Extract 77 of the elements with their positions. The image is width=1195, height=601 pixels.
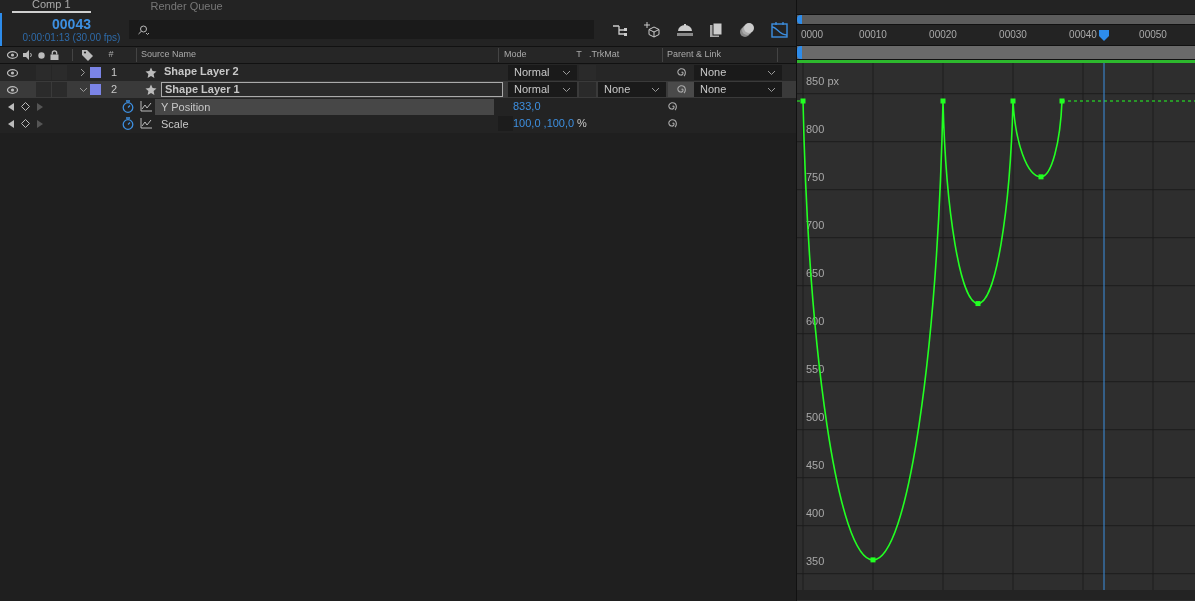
pick-whip-icon[interactable]	[667, 101, 678, 112]
axis-label: 850 px	[806, 74, 840, 87]
solo-dot-icon[interactable]	[38, 51, 45, 59]
column-header[interactable]: Source Name	[136, 48, 498, 62]
label-color[interactable]	[90, 84, 101, 95]
panel-tab[interactable]: Render Queue	[130, 1, 243, 13]
stacked-discs-icon[interactable]	[739, 21, 755, 38]
layer-number: 2	[111, 82, 119, 98]
label-color[interactable]	[90, 67, 101, 78]
dropdown[interactable]: None	[694, 82, 782, 97]
current-frame[interactable]: 00043	[52, 15, 91, 32]
chevron-right-icon[interactable]	[80, 68, 86, 77]
graph-icon[interactable]	[140, 101, 152, 112]
chevron-down-icon	[562, 69, 571, 76]
ruler-label: 0000	[800, 28, 824, 42]
search-field[interactable]	[129, 20, 594, 39]
pick-whip-icon[interactable]	[667, 118, 678, 129]
axis-label: 450	[806, 458, 825, 471]
axis-label: 350	[806, 554, 825, 567]
column-header[interactable]: Parent & Link	[662, 48, 778, 62]
column-header: T	[575, 48, 583, 62]
column-header[interactable]: Mode	[498, 48, 571, 62]
pick-whip-icon[interactable]	[675, 67, 687, 78]
column-header[interactable]: .TrkMat	[587, 48, 662, 62]
search-icon	[137, 24, 149, 35]
axis-label: 800	[806, 122, 825, 135]
axis-label: 400	[806, 506, 825, 519]
lock-icon[interactable]	[50, 50, 59, 60]
panel-tab[interactable]: Comp 1	[12, 0, 91, 13]
dropdown[interactable]: Normal	[508, 65, 577, 80]
layer-name[interactable]: Shape Layer 2	[161, 65, 503, 80]
axis-label: 500	[806, 410, 825, 423]
dropdown[interactable]: Normal	[508, 82, 577, 97]
star-icon	[145, 66, 157, 79]
ruler-label: 00020	[929, 28, 957, 42]
pick-whip-icon[interactable]	[675, 84, 687, 95]
playhead-handle[interactable]	[1099, 30, 1109, 41]
eye-icon[interactable]	[7, 51, 18, 59]
ruler-label: 00040	[1069, 28, 1097, 42]
layer-row[interactable]: 2 Shape Layer 1 Normal None None	[0, 81, 796, 98]
unit-label: %	[577, 116, 588, 132]
graph-editor-icon[interactable]	[771, 21, 788, 38]
ruler-label: 00030	[999, 28, 1027, 42]
dropdown[interactable]: None	[694, 65, 782, 80]
column-header: #	[107, 48, 115, 62]
property-name[interactable]: Scale	[155, 115, 494, 132]
chevron-down-icon	[767, 69, 776, 76]
property-value[interactable]: 833,0	[513, 98, 579, 115]
film-frames-icon[interactable]	[709, 21, 723, 38]
chevron-down-icon[interactable]	[78, 86, 88, 93]
graph-icon[interactable]	[140, 118, 152, 129]
cube-sparkle-icon[interactable]	[644, 21, 661, 38]
value-curve-drawing[interactable]	[797, 98, 1195, 563]
range-handle[interactable]	[797, 46, 802, 59]
switch-box[interactable]	[36, 65, 51, 80]
timecode-detail: 0:00:01:13 (30.00 fps)	[22, 31, 121, 44]
property-name[interactable]: Y Position	[155, 98, 494, 115]
layer-number: 1	[111, 65, 119, 81]
chevron-down-icon	[767, 86, 776, 93]
work-area-handle[interactable]	[797, 15, 802, 24]
ruler-label: 00050	[1139, 28, 1167, 42]
speaker-icon[interactable]	[23, 50, 33, 60]
stopwatch-icon[interactable]	[122, 117, 134, 130]
ruler-label: 00010	[859, 28, 887, 42]
tag-icon[interactable]	[81, 49, 94, 61]
hierarchy-icon[interactable]	[612, 22, 628, 37]
star-icon	[145, 83, 157, 96]
axis-label: 750	[806, 170, 825, 183]
chevron-down-icon	[562, 86, 571, 93]
eye-icon[interactable]	[7, 85, 18, 94]
stopwatch-icon[interactable]	[122, 100, 134, 113]
chevron-down-icon	[651, 86, 660, 93]
layer-name[interactable]: Shape Layer 1	[161, 82, 503, 97]
switch-box[interactable]	[52, 65, 67, 80]
eye-icon[interactable]	[7, 68, 18, 77]
switch-box[interactable]	[579, 65, 596, 80]
dropdown[interactable]: None	[598, 82, 666, 97]
